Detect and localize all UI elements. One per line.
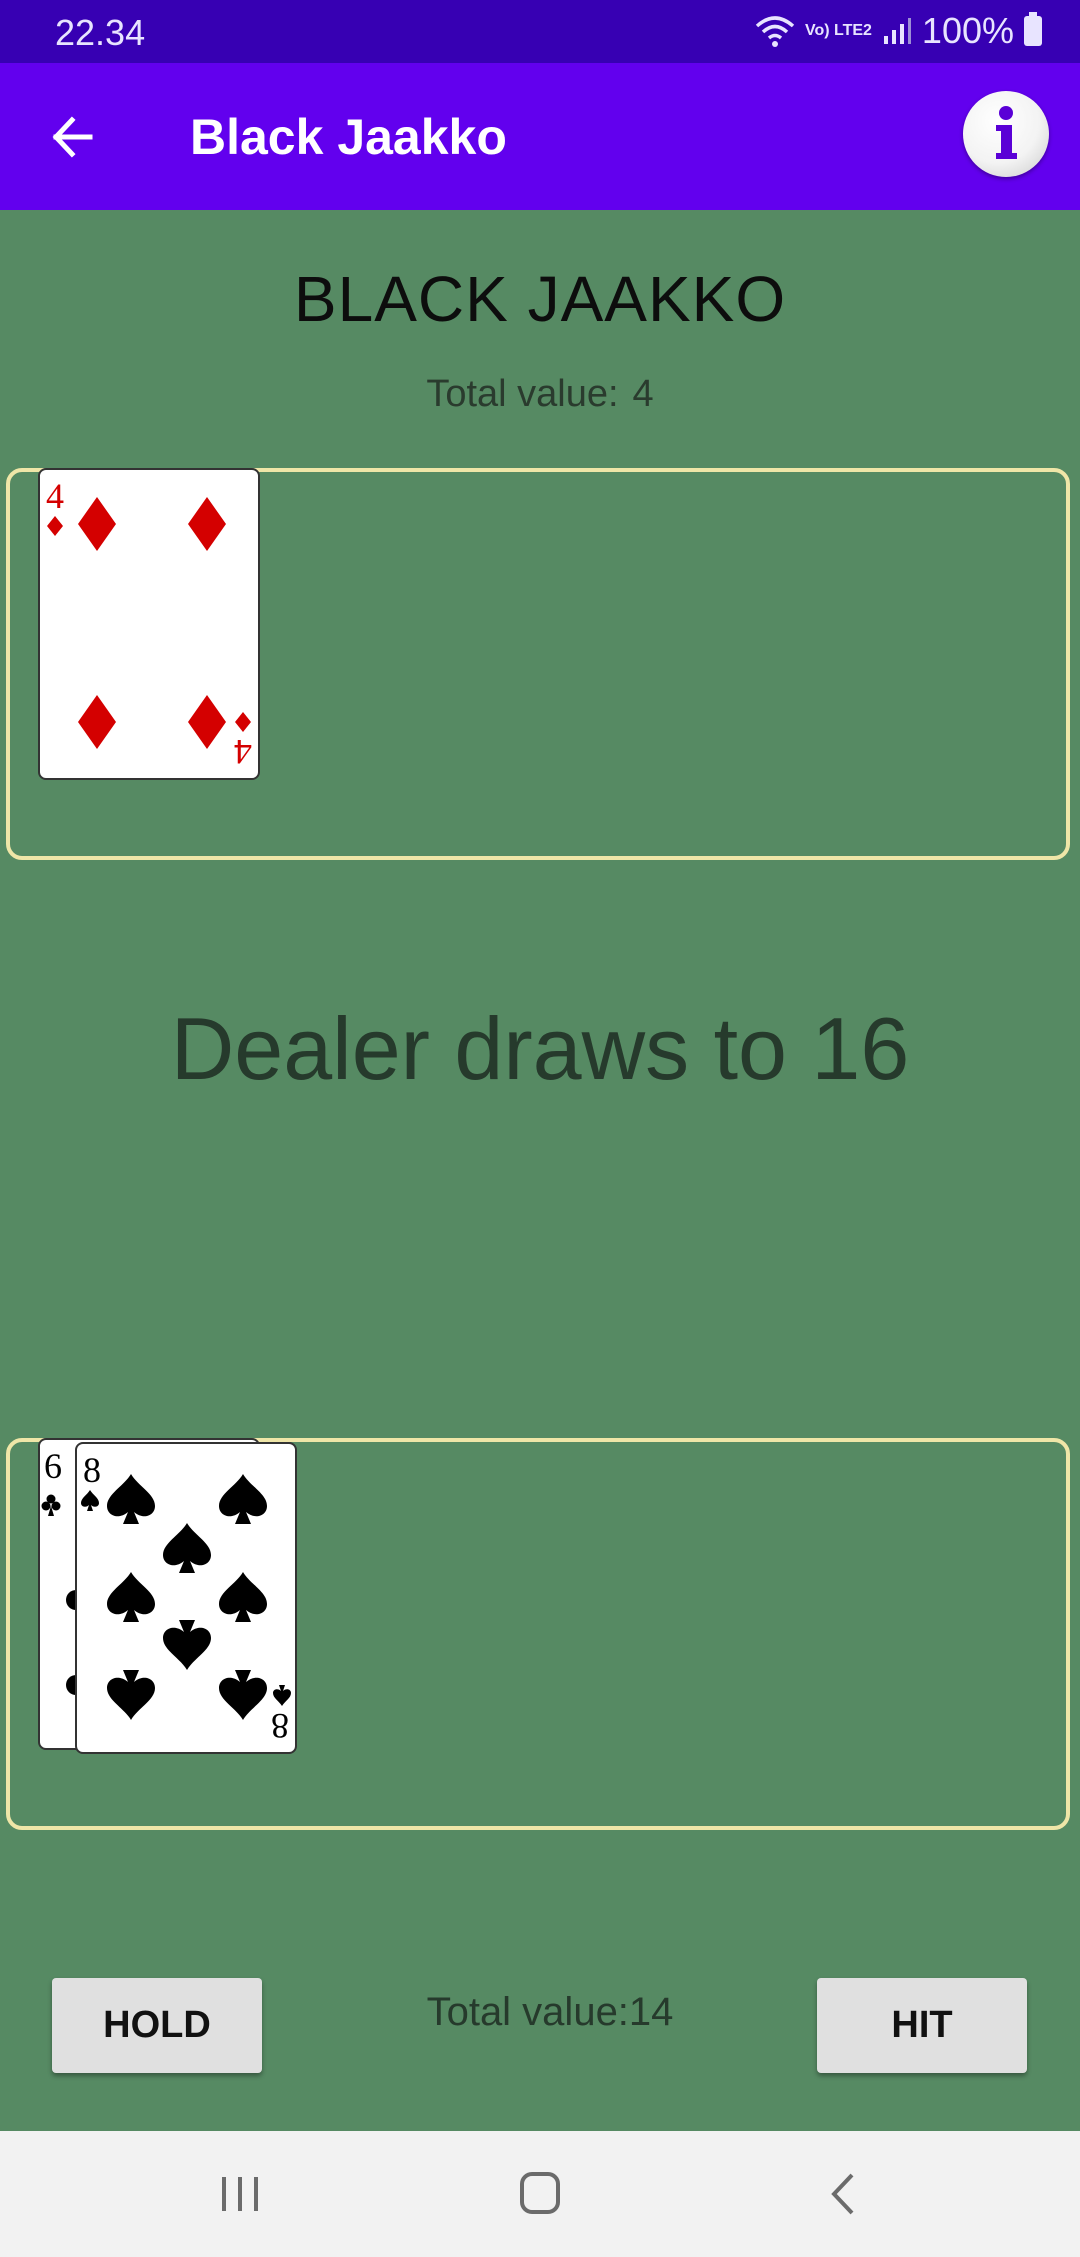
hold-button[interactable]: HOLD (52, 1978, 262, 2073)
signal-icon (883, 18, 911, 44)
player-total: Total value:14 (426, 1990, 674, 2034)
network-type: Vo) LTE2 (804, 22, 872, 39)
battery-icon (1024, 12, 1042, 46)
svg-text:4: 4 (46, 476, 64, 516)
svg-text:4: 4 (234, 732, 252, 772)
arrow-left-icon (52, 116, 93, 158)
svg-text:8: 8 (83, 1450, 101, 1490)
home-button[interactable] (510, 2169, 570, 2219)
recent-apps-button[interactable] (210, 2169, 270, 2219)
system-nav-bar (0, 2131, 1080, 2257)
dealer-total: Total value: 4 (0, 373, 1080, 416)
home-icon (520, 2172, 560, 2214)
dealer-total-label: Total value: (426, 373, 619, 415)
status-time: 22.34 (55, 12, 146, 53)
chevron-left-icon (831, 2173, 854, 2215)
info-button[interactable] (963, 91, 1049, 177)
dealer-total-value: 4 (632, 373, 654, 415)
game-heading: BLACK JAAKKO (293, 263, 787, 335)
dealer-card-4-diamonds: 4 4 (38, 468, 260, 780)
system-back-button[interactable] (814, 2169, 874, 2219)
battery-percent: 100% (921, 10, 1014, 51)
status-icons: Vo) LTE2 100% (755, 10, 1042, 52)
svg-text:8: 8 (271, 1706, 289, 1746)
svg-text:6: 6 (44, 1446, 62, 1486)
recent-apps-icon (222, 2177, 258, 2211)
player-card-8-spades: 8 8 (75, 1442, 297, 1754)
dealer-rule-text: Dealer draws to 16 (170, 999, 910, 1098)
status-bar: 22.34 Vo) LTE2 100% (0, 0, 1080, 63)
info-icon (996, 106, 1017, 159)
hit-button[interactable]: HIT (817, 1978, 1027, 2073)
back-button[interactable] (44, 107, 104, 167)
app-bar: Black Jaakko (0, 63, 1080, 210)
wifi-icon (755, 16, 795, 47)
app-title: Black Jaakko (190, 109, 507, 165)
